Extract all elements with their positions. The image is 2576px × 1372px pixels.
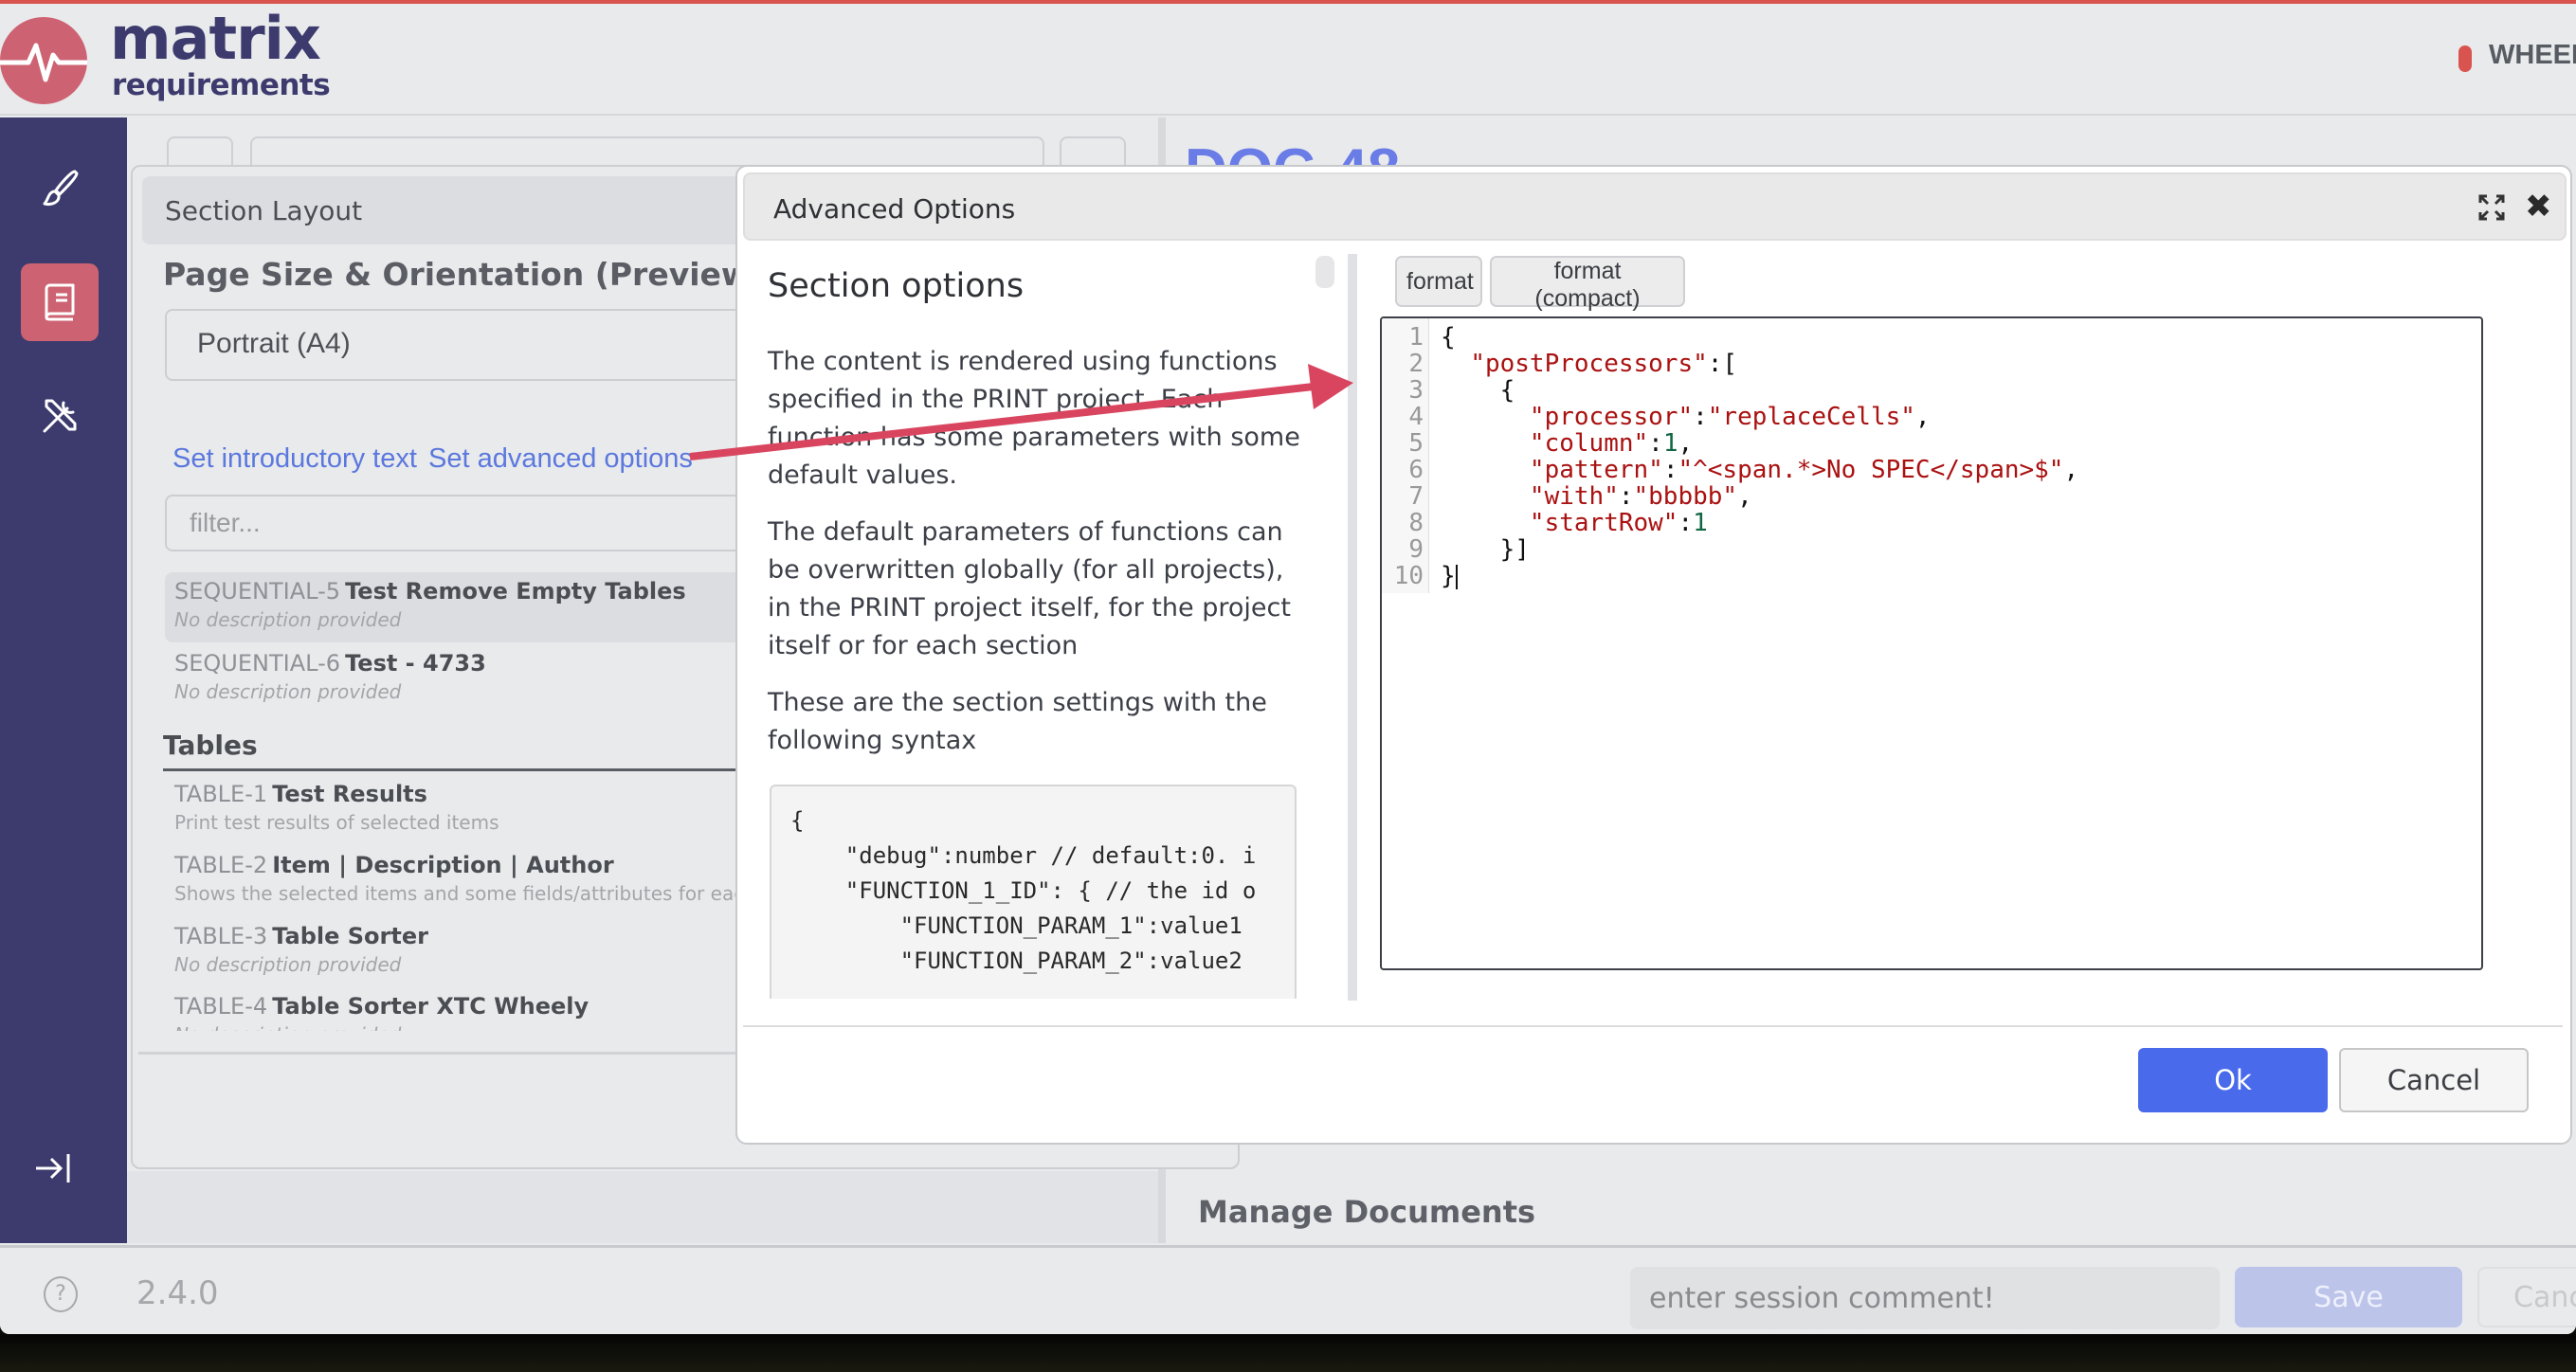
item-id: TABLE-2 [174,852,268,878]
item-id: TABLE-4 [174,993,268,1020]
collapse-arrow-icon [36,1154,70,1182]
line-number: 8 [1408,509,1424,537]
code-text: } [1441,562,1458,590]
help-heading: Section options [768,267,1025,305]
line-number: 2 [1408,350,1424,378]
line-number: 5 [1408,429,1424,458]
code-text: }] [1441,535,1530,564]
advanced-options-dialog: Advanced Options ✖ Section options The c… [735,165,2572,1145]
item-id: TABLE-1 [174,781,268,807]
app-footer: ? 2.4.0 Save Cancel [0,1245,2576,1334]
logo-heartbeat-icon [0,17,87,104]
cancel-button[interactable]: Cancel [2339,1048,2529,1112]
code-text: "startRow":1 [1529,509,1708,537]
nav-admin-button[interactable] [21,377,99,455]
page-size-heading: Page Size & Orientation (Preview) [163,256,765,293]
code-text: { [1441,323,1456,352]
desktop-background [0,1334,2576,1372]
tools-icon [43,399,77,433]
item-name: Test - 4733 [345,650,486,677]
help-paragraph: These are the section settings with the … [768,688,1267,755]
line-number: 6 [1408,456,1424,484]
app-header: matrix requirements WHEELY [0,4,2576,116]
help-scrollbar[interactable] [1315,256,1334,288]
collapse-sidebar-button[interactable] [34,1152,72,1188]
line-number: 4 [1408,403,1424,431]
ok-button[interactable]: Ok [2138,1048,2328,1112]
manage-documents-heading: Manage Documents [1198,1194,1536,1230]
maximize-icon [2478,194,2505,221]
item-name: Table Sorter XTC Wheely [272,993,590,1020]
json-editor[interactable]: 1 {2 "postProcessors":[ 3 {4 "processor":"… [1380,316,2483,970]
close-button[interactable]: ✖ [2525,188,2552,226]
nav-documents-button[interactable] [21,263,99,341]
maximize-button[interactable] [2477,193,2506,222]
text-caret [1455,564,1458,589]
left-navigation [0,117,127,1243]
nav-customize-button[interactable] [21,150,99,227]
code-text: { [1441,376,1515,405]
item-name: Table Sorter [272,923,428,949]
format-button[interactable]: format [1395,256,1482,307]
session-comment-input[interactable] [1630,1267,2220,1329]
help-paragraph: The default parameters of functions can … [768,517,1291,660]
logo-subtext: requirements [112,68,331,102]
item-id: SEQUENTIAL-5 [174,578,341,605]
code-text: "postProcessors":[ [1470,350,1738,378]
line-number: 3 [1408,376,1424,405]
set-advanced-options-link[interactable]: Set advanced options [428,443,693,475]
code-text: "with":"bbbbb", [1529,482,1752,511]
code-text: "column":1, [1529,429,1694,458]
item-id: SEQUENTIAL-6 [174,650,341,677]
help-icon[interactable]: ? [44,1276,78,1312]
dialog-header: Advanced Options ✖ [743,172,2567,241]
line-number: 7 [1408,482,1424,511]
book-icon [45,283,75,321]
logo-text: matrix [110,4,321,73]
code-text: "processor":"replaceCells", [1529,403,1931,431]
help-paragraph: The content is rendered using functions … [768,347,1300,490]
item-id: TABLE-3 [174,923,268,949]
user-name[interactable]: WHEELY [2489,40,2576,71]
item-name: Test Results [272,781,427,807]
dialog-footer-divider [743,1025,2563,1027]
version-label: 2.4.0 [136,1274,219,1312]
format-compact-button[interactable]: format (compact) [1490,256,1685,312]
line-number: 10 [1393,562,1424,590]
line-number: 1 [1408,323,1424,352]
dialog-title: Advanced Options [773,193,1016,225]
app-window: matrix requirements WHEELY [0,0,2576,1334]
save-button[interactable]: Save [2235,1267,2462,1327]
item-name: Test Remove Empty Tables [345,578,686,605]
line-number: 9 [1408,535,1424,564]
paintbrush-icon [43,170,79,206]
help-divider [1348,254,1357,1001]
footer-cancel-button[interactable]: Cancel [2477,1267,2576,1327]
item-name: Item | Description | Author [272,852,614,878]
code-text: "pattern":"^<span.*>No SPEC</span>$", [1529,456,2079,484]
close-icon: ✖ [2525,188,2552,226]
section-layout-title: Section Layout [165,195,363,226]
tree-footer [127,1171,1158,1243]
set-introductory-text-link[interactable]: Set introductory text [172,443,417,475]
help-code-sample: { "debug":number // default:0. i "FUNCTI… [770,785,1297,999]
user-status-indicator [2458,45,2472,72]
